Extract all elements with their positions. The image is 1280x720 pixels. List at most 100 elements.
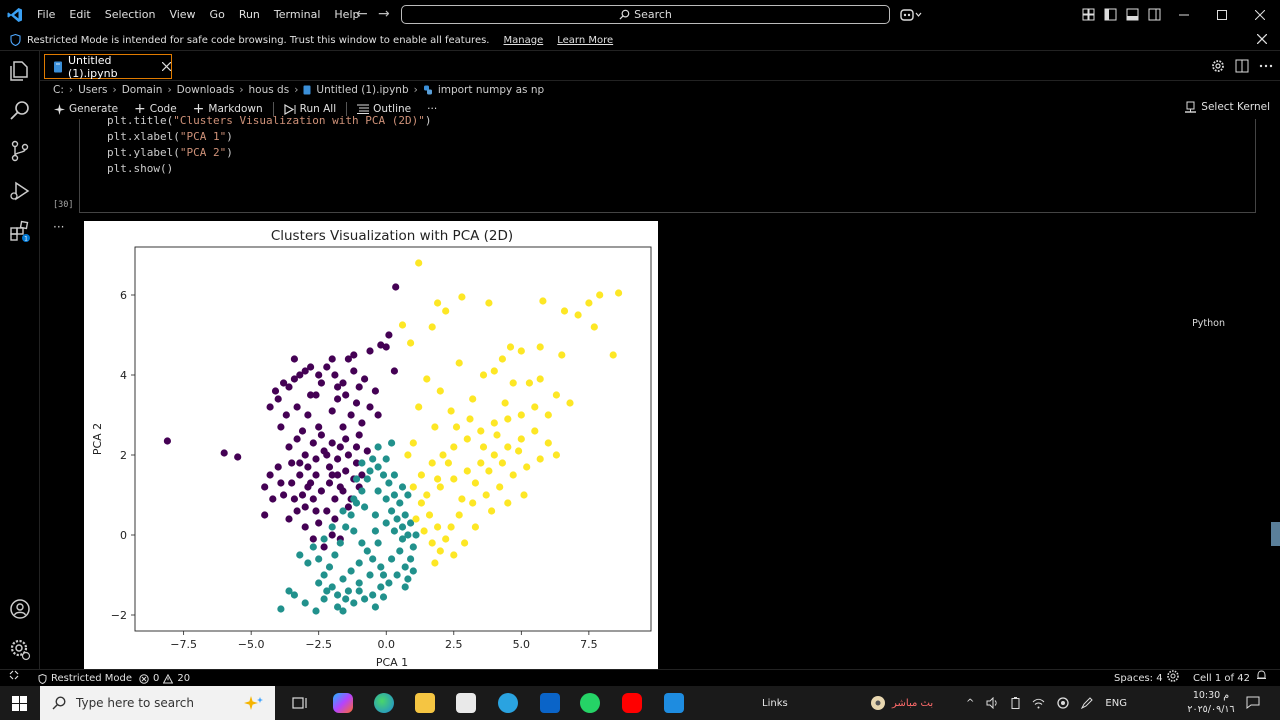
close-window-icon[interactable] — [1240, 0, 1280, 30]
scatter-point-cluster-1 — [369, 591, 377, 599]
forward-arrow-icon[interactable]: → — [378, 6, 390, 22]
scatter-point-cluster-0 — [392, 283, 400, 291]
breadcrumb-item[interactable]: Downloads — [177, 84, 235, 96]
restricted-mode-status[interactable]: Restricted Mode — [38, 670, 132, 687]
whatsapp-icon[interactable] — [580, 693, 600, 713]
maximize-icon[interactable] — [1202, 0, 1242, 30]
toggle-primary-sidebar-icon[interactable] — [1104, 8, 1117, 21]
scatter-point-cluster-0 — [328, 439, 336, 447]
scatter-point-cluster-0 — [307, 391, 315, 399]
edge-browser-icon[interactable] — [374, 693, 394, 713]
breadcrumb-item[interactable]: hous ds — [249, 84, 290, 96]
scatter-point-cluster-2 — [436, 547, 444, 555]
close-tab-icon[interactable] — [162, 62, 171, 71]
breadcrumb-item[interactable]: Users — [78, 84, 107, 96]
menu-item-selection[interactable]: Selection — [98, 0, 163, 30]
vscode-taskbar-icon[interactable] — [664, 693, 684, 713]
scatter-point-cluster-1 — [363, 475, 371, 483]
select-kernel-button[interactable]: Select Kernel — [1185, 101, 1270, 113]
command-center-search[interactable]: Search — [401, 5, 890, 24]
search-sidebar-icon[interactable] — [8, 99, 32, 123]
copilot-app-icon[interactable] — [333, 693, 353, 713]
windows-start-icon[interactable] — [12, 696, 27, 711]
taskbar-search-box[interactable]: Type here to search — [40, 686, 275, 720]
notebook-settings-gear-icon[interactable] — [1211, 59, 1225, 73]
scatter-point-cluster-1 — [404, 575, 412, 583]
remote-indicator-icon[interactable] — [9, 670, 19, 680]
cell-position-status[interactable]: Cell 1 of 42 — [1193, 670, 1250, 687]
toggle-secondary-sidebar-icon[interactable] — [1148, 8, 1161, 21]
notification-center-icon[interactable] — [1246, 696, 1260, 709]
input-language[interactable]: ENG — [1105, 698, 1127, 709]
menu-item-edit[interactable]: Edit — [62, 0, 97, 30]
wifi-icon[interactable] — [1032, 698, 1045, 709]
menu-item-view[interactable]: View — [162, 0, 202, 30]
clock[interactable]: 10:30 م ٢٠٢٥/٠٩/١٦ — [1182, 689, 1240, 717]
notifications-bell-icon[interactable] — [1256, 670, 1267, 681]
scatter-point-cluster-0 — [325, 463, 334, 471]
scrollbar-thumb[interactable] — [1271, 522, 1280, 546]
breadcrumb-item[interactable]: Untitled (1).ipynb — [316, 84, 408, 96]
account-icon[interactable] — [8, 597, 32, 621]
source-control-icon[interactable] — [8, 139, 32, 163]
more-actions-icon[interactable] — [1259, 59, 1273, 73]
file-explorer-icon[interactable] — [415, 693, 435, 713]
settings-gear-icon[interactable] — [8, 637, 32, 661]
scatter-point-cluster-0 — [261, 483, 269, 491]
manage-link[interactable]: Manage — [504, 35, 544, 46]
layout-controls — [1082, 8, 1161, 21]
telegram-icon[interactable] — [498, 693, 518, 713]
battery-icon[interactable] — [1011, 697, 1020, 709]
scatter-point-cluster-0 — [355, 431, 363, 439]
menu-item-file[interactable]: File — [30, 0, 62, 30]
scatter-point-cluster-2 — [436, 483, 444, 491]
breadcrumb-item[interactable]: import numpy as np — [438, 84, 544, 96]
scatter-point-cluster-0 — [350, 367, 358, 375]
scatter-point-cluster-0 — [312, 455, 320, 463]
scatter-point-cluster-0 — [317, 379, 325, 387]
customize-layout-icon[interactable] — [1082, 8, 1095, 21]
breadcrumb-item[interactable]: C: — [53, 84, 64, 96]
run-debug-icon[interactable] — [8, 179, 32, 203]
scatter-point-cluster-1 — [352, 475, 361, 483]
minimize-icon[interactable] — [1164, 0, 1204, 30]
task-view-icon[interactable] — [290, 693, 310, 713]
pen-icon[interactable] — [1081, 697, 1094, 709]
volume-icon[interactable] — [986, 697, 999, 709]
indentation-status[interactable]: Spaces: 4 — [1114, 670, 1163, 687]
toggle-panel-icon[interactable] — [1126, 8, 1139, 21]
youtube-icon[interactable] — [622, 693, 642, 713]
live-stream-widget[interactable]: بث مباشر — [870, 686, 933, 720]
menu-item-go[interactable]: Go — [203, 0, 232, 30]
learn-more-link[interactable]: Learn More — [557, 35, 613, 46]
scatter-point-cluster-1 — [374, 487, 382, 495]
chrome-icon[interactable] — [1057, 697, 1070, 709]
links-toolbar[interactable]: Links — [762, 686, 788, 720]
code-cell[interactable]: plt.title("Clusters Visualization with P… — [79, 114, 1256, 329]
close-banner-icon[interactable] — [1257, 34, 1267, 44]
extensions-icon[interactable]: 1 — [8, 219, 32, 243]
breadcrumb-item[interactable]: Domain — [122, 84, 163, 96]
cell-language-label[interactable]: Python — [1192, 318, 1225, 329]
scatter-point-cluster-1 — [323, 587, 331, 595]
scatter-point-cluster-2 — [544, 439, 552, 447]
scatter-point-cluster-1 — [315, 555, 323, 563]
back-arrow-icon[interactable]: ← — [356, 6, 368, 22]
menu-item-terminal[interactable]: Terminal — [267, 0, 328, 30]
chevron-up-icon[interactable]: ^ — [966, 698, 974, 709]
scatter-point-cluster-2 — [455, 359, 463, 367]
explorer-icon[interactable] — [8, 59, 32, 83]
split-editor-icon[interactable] — [1235, 59, 1249, 73]
menu-item-run[interactable]: Run — [232, 0, 267, 30]
tab-untitled-ipynb[interactable]: Untitled (1).ipynb — [44, 54, 172, 80]
copilot-icon[interactable] — [899, 7, 923, 23]
output-more-button[interactable]: ··· — [53, 220, 64, 234]
x-axis-label: PCA 1 — [376, 656, 408, 669]
outlook-icon[interactable] — [540, 693, 560, 713]
microsoft-store-icon[interactable] — [456, 693, 476, 713]
scatter-point-cluster-2 — [471, 479, 479, 487]
scatter-point-cluster-1 — [371, 603, 379, 611]
scatter-point-cluster-2 — [504, 415, 512, 423]
jupyter-icon[interactable] — [1167, 670, 1179, 682]
problems-status[interactable]: 0 20 — [139, 670, 190, 687]
